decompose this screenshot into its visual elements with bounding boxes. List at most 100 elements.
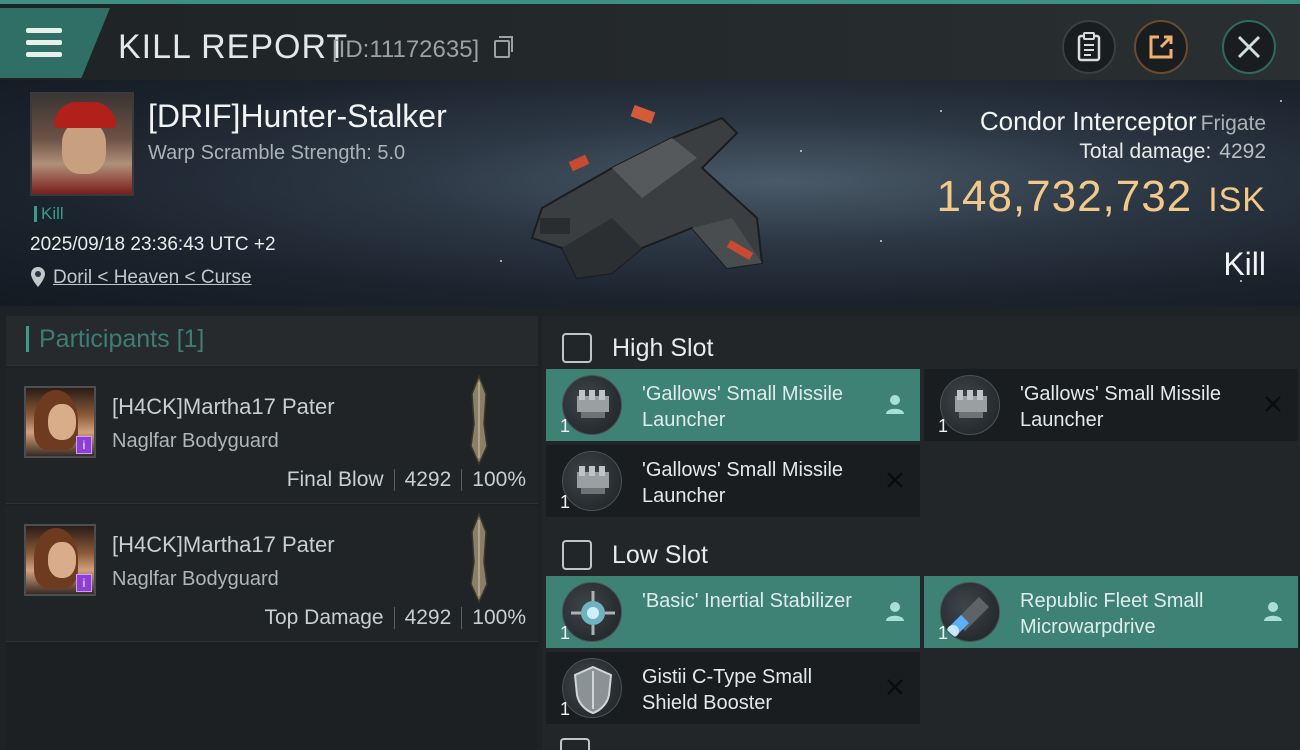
missile-launcher-icon <box>562 375 622 435</box>
participant-role: Top Damage <box>264 606 384 629</box>
ship-class: Frigate <box>1200 112 1266 135</box>
participant-avatar[interactable]: i <box>24 386 96 458</box>
participant-name[interactable]: [H4CK]Martha17 Pater <box>112 532 335 558</box>
participant-ship: Naglfar Bodyguard <box>112 430 279 452</box>
total-damage: Total damage: 4292 <box>1079 140 1266 164</box>
participant-card[interactable]: i [H4CK]Martha17 Pater Naglfar Bodyguard… <box>6 506 538 642</box>
module-item[interactable]: 1 Republic Fleet Small Microwarpdrive <box>924 576 1298 648</box>
share-button[interactable] <box>1134 20 1188 74</box>
high-slot-header: High Slot <box>542 324 1300 374</box>
victim-avatar[interactable] <box>30 92 134 196</box>
star <box>880 240 882 242</box>
rank-badge-icon: i <box>76 436 92 454</box>
missile-launcher-icon <box>562 451 622 511</box>
page-title: KILL REPORT <box>118 28 349 66</box>
total-damage-label: Total damage: <box>1079 140 1212 163</box>
high-slot-icon <box>562 333 592 363</box>
isk-value: 148,732,732 ISK <box>937 172 1267 222</box>
star <box>1280 100 1282 102</box>
module-item[interactable]: 1 Gistii C-Type Small Shield Booster <box>546 652 920 724</box>
hamburger-icon-bar <box>26 40 62 45</box>
participant-ship-icon <box>470 374 488 466</box>
destroyed-x-icon <box>887 472 903 488</box>
module-quantity: 1 <box>560 416 571 436</box>
inertial-stabilizer-icon <box>562 582 622 642</box>
module-name: 'Gallows' Small Missile Launcher <box>1020 383 1222 431</box>
high-slot-label: High Slot <box>612 334 714 362</box>
low-slot-icon <box>562 540 592 570</box>
participants-count: [1] <box>176 325 205 353</box>
module-quantity: 1 <box>560 699 571 719</box>
kill-timestamp: 2025/09/18 23:36:43 UTC +2 <box>30 234 276 255</box>
close-button[interactable] <box>1222 20 1276 74</box>
participants-panel: Participants [1] i [H4CK]Martha17 Pater … <box>6 316 538 750</box>
module-item[interactable]: 1 'Gallows' Small Missile Launcher <box>924 369 1298 441</box>
total-damage-value: 4292 <box>1219 140 1266 163</box>
low-slot-header: Low Slot <box>542 531 1300 581</box>
isk-unit: ISK <box>1208 181 1266 219</box>
location-link[interactable]: Doril < Heaven < Curse <box>53 267 252 289</box>
victim-panel: [DRIF]Hunter-Stalker Warp Scramble Stren… <box>0 80 1300 306</box>
star <box>940 110 942 112</box>
participant-avatar[interactable]: i <box>24 524 96 596</box>
hamburger-icon-bar <box>26 52 62 57</box>
ship-name: Condor Interceptor Frigate <box>980 106 1266 137</box>
participant-role: Final Blow <box>286 468 384 491</box>
participant-stats: Top Damage 4292 100% <box>264 606 526 630</box>
close-icon <box>1237 35 1261 59</box>
star <box>800 150 802 152</box>
result-label: Kill <box>1223 246 1266 282</box>
destroyed-x-icon <box>1265 396 1281 412</box>
module-name: Gistii C-Type Small Shield Booster <box>642 666 813 714</box>
location-pin-icon <box>31 267 45 287</box>
copy-icon[interactable] <box>494 36 513 58</box>
module-item[interactable]: 1 'Basic' Inertial Stabilizer <box>546 576 920 648</box>
participant-ship: Naglfar Bodyguard <box>112 568 279 590</box>
portrait-face <box>62 122 106 174</box>
divider <box>461 469 463 492</box>
participant-percent: 100% <box>472 468 526 491</box>
person-icon <box>1264 602 1282 621</box>
module-name: 'Gallows' Small Missile Launcher <box>642 383 844 431</box>
victim-name[interactable]: [DRIF]Hunter-Stalker <box>148 98 447 135</box>
module-item[interactable]: 1 'Gallows' Small Missile Launcher <box>546 369 920 441</box>
participants-title: Participants [1] <box>26 326 204 352</box>
menu-button[interactable] <box>0 8 110 78</box>
fitting-panel: High Slot 1 'Gallows' Small Missile Laun… <box>542 316 1300 750</box>
module-name: 'Basic' Inertial Stabilizer <box>642 590 852 612</box>
person-icon <box>886 395 904 414</box>
person-icon <box>886 602 904 621</box>
module-quantity: 1 <box>560 623 571 643</box>
participant-stats: Final Blow 4292 100% <box>287 468 526 492</box>
kill-tag: Kill <box>34 205 64 222</box>
module-quantity: 1 <box>938 416 949 436</box>
hamburger-icon <box>26 28 62 33</box>
isk-amount: 148,732,732 <box>936 172 1193 221</box>
destroyed-x-icon <box>887 679 903 695</box>
rank-badge-icon: i <box>76 574 92 592</box>
module-name: 'Gallows' Small Missile Launcher <box>642 459 844 507</box>
portrait-face <box>48 404 76 440</box>
shield-booster-icon <box>562 658 622 718</box>
clipboard-icon <box>1077 32 1101 62</box>
participants-header: Participants [1] <box>6 316 538 366</box>
share-icon <box>1149 35 1173 59</box>
clipboard-button[interactable] <box>1062 20 1116 74</box>
divider <box>461 607 463 630</box>
participant-card[interactable]: i [H4CK]Martha17 Pater Naglfar Bodyguard… <box>6 368 538 504</box>
portrait-face <box>48 542 76 578</box>
microwarpdrive-icon <box>940 582 1000 642</box>
module-name: Republic Fleet Small Microwarpdrive <box>1020 590 1204 638</box>
kill-report-screen: KILL REPORT [ID:11172635] [DRIF]Hunter-S… <box>0 0 1300 750</box>
top-bar: KILL REPORT [ID:11172635] <box>0 0 1300 80</box>
participant-damage: 4292 <box>404 468 452 491</box>
divider <box>393 607 395 630</box>
participant-percent: 100% <box>472 606 526 629</box>
participants-label: Participants <box>39 325 170 353</box>
module-quantity: 1 <box>938 623 949 643</box>
divider <box>393 469 395 492</box>
next-slot-icon <box>560 738 590 750</box>
participant-name[interactable]: [H4CK]Martha17 Pater <box>112 394 335 420</box>
module-item[interactable]: 1 'Gallows' Small Missile Launcher <box>546 445 920 517</box>
ship-type: Condor Interceptor <box>979 106 1197 136</box>
